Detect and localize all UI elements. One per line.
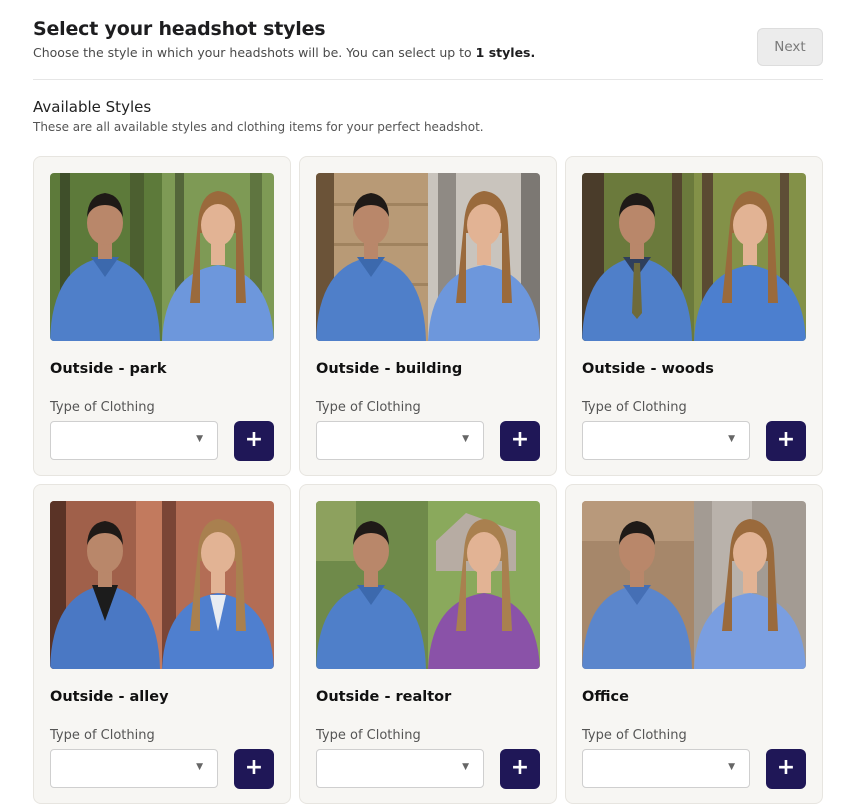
style-photo [582, 173, 806, 341]
page-subtitle: Choose the style in which your headshots… [33, 45, 535, 60]
clothing-select[interactable]: ▼ [316, 749, 484, 788]
clothing-label: Type of Clothing [50, 400, 155, 415]
dropdown-arrow-icon: ▼ [196, 762, 203, 772]
clothing-select[interactable]: ▼ [582, 421, 750, 460]
header: Select your headshot styles Choose the s… [33, 18, 535, 60]
style-card-woods[interactable]: Outside - woods Type of Clothing ▼ + [565, 156, 823, 476]
clothing-label: Type of Clothing [316, 728, 421, 743]
plus-icon: + [244, 755, 264, 780]
add-style-button[interactable]: + [234, 421, 274, 461]
subtitle-limit: 1 styles. [475, 45, 536, 60]
style-card-office[interactable]: Office Type of Clothing ▼ + [565, 484, 823, 804]
clothing-label: Type of Clothing [316, 400, 421, 415]
dropdown-arrow-icon: ▼ [462, 762, 469, 772]
clothing-label: Type of Clothing [582, 728, 687, 743]
style-card-realtor[interactable]: Outside - realtor Type of Clothing ▼ + [299, 484, 557, 804]
plus-icon: + [776, 427, 796, 452]
style-photo [582, 501, 806, 669]
page-title: Select your headshot styles [33, 18, 326, 40]
dropdown-arrow-icon: ▼ [196, 434, 203, 444]
style-name: Outside - park [50, 361, 167, 377]
style-photo [50, 173, 274, 341]
add-style-button[interactable]: + [234, 749, 274, 789]
section-subtitle: These are all available styles and cloth… [33, 120, 484, 134]
divider [33, 79, 823, 80]
plus-icon: + [776, 755, 796, 780]
clothing-label: Type of Clothing [50, 728, 155, 743]
clothing-select[interactable]: ▼ [316, 421, 484, 460]
available-styles-section: Available Styles These are all available… [33, 98, 484, 134]
add-style-button[interactable]: + [766, 749, 806, 789]
section-title: Available Styles [33, 98, 152, 116]
style-name: Outside - realtor [316, 689, 452, 705]
style-photo [316, 501, 540, 669]
style-name: Outside - building [316, 361, 463, 377]
style-name: Outside - woods [582, 361, 714, 377]
dropdown-arrow-icon: ▼ [728, 762, 735, 772]
style-photo [316, 173, 540, 341]
add-style-button[interactable]: + [500, 421, 540, 461]
subtitle-text: Choose the style in which your headshots… [33, 45, 476, 60]
clothing-select[interactable]: ▼ [50, 421, 218, 460]
plus-icon: + [510, 755, 530, 780]
clothing-label: Type of Clothing [582, 400, 687, 415]
dropdown-arrow-icon: ▼ [728, 434, 735, 444]
clothing-select[interactable]: ▼ [582, 749, 750, 788]
add-style-button[interactable]: + [766, 421, 806, 461]
style-card-alley[interactable]: Outside - alley Type of Clothing ▼ + [33, 484, 291, 804]
next-button[interactable]: Next [757, 28, 823, 66]
style-card-park[interactable]: Outside - park Type of Clothing ▼ + [33, 156, 291, 476]
clothing-select[interactable]: ▼ [50, 749, 218, 788]
style-name: Office [582, 689, 629, 705]
plus-icon: + [510, 427, 530, 452]
style-photo [50, 501, 274, 669]
plus-icon: + [244, 427, 264, 452]
style-name: Outside - alley [50, 689, 169, 705]
dropdown-arrow-icon: ▼ [462, 434, 469, 444]
style-card-building[interactable]: Outside - building Type of Clothing ▼ + [299, 156, 557, 476]
add-style-button[interactable]: + [500, 749, 540, 789]
